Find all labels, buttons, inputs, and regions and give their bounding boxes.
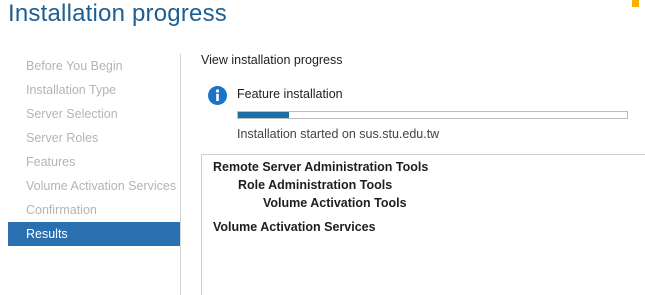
window-corner-icon <box>632 0 639 7</box>
info-icon <box>208 86 227 105</box>
nav-step-volume-activation-services[interactable]: Volume Activation Services <box>8 174 180 198</box>
wizard-steps-nav: Before You Begin Installation Type Serve… <box>8 54 180 246</box>
nav-step-before-you-begin[interactable]: Before You Begin <box>8 54 180 78</box>
feature-volume-activation-tools: Volume Activation Tools <box>263 196 407 210</box>
nav-step-results[interactable]: Results <box>8 222 180 246</box>
feature-list-box[interactable]: Remote Server Administration Tools Role … <box>201 154 645 295</box>
nav-step-confirmation[interactable]: Confirmation <box>8 198 180 222</box>
nav-step-features[interactable]: Features <box>8 150 180 174</box>
feature-remote-server-administration-tools: Remote Server Administration Tools <box>213 160 429 174</box>
nav-step-installation-type[interactable]: Installation Type <box>8 78 180 102</box>
nav-step-server-roles[interactable]: Server Roles <box>8 126 180 150</box>
section-label: View installation progress <box>201 53 343 67</box>
feature-role-administration-tools: Role Administration Tools <box>238 178 393 192</box>
nav-separator <box>180 54 181 295</box>
nav-step-server-selection[interactable]: Server Selection <box>8 102 180 126</box>
progress-fill <box>238 112 289 118</box>
status-message: Installation started on sus.stu.edu.tw <box>237 127 440 141</box>
wizard-page: Installation progress Before You Begin I… <box>0 0 645 295</box>
page-title: Installation progress <box>8 0 227 27</box>
installation-progress-bar <box>237 111 628 119</box>
feature-volume-activation-services: Volume Activation Services <box>213 220 376 234</box>
status-title: Feature installation <box>237 87 343 101</box>
